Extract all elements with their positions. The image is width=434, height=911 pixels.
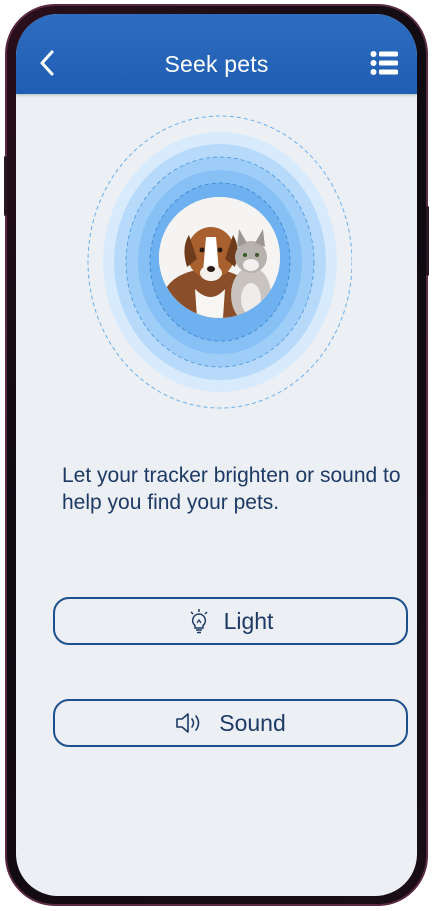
sound-button[interactable]: Sound <box>53 699 408 747</box>
phone-frame: Seek pets Let your tracker brighten or s… <box>4 4 429 906</box>
volume-button <box>4 156 7 216</box>
lightbulb-icon <box>188 608 210 634</box>
light-button[interactable]: Light <box>53 597 408 645</box>
light-button-label: Light <box>223 607 274 634</box>
list-menu-icon <box>370 51 398 75</box>
menu-button[interactable] <box>369 48 399 78</box>
dog-and-cat-photo <box>159 197 280 318</box>
pet-photo <box>159 197 280 318</box>
help-message: Let your tracker brighten or sound to he… <box>62 464 401 514</box>
app-bar: Seek pets <box>16 14 417 94</box>
app-screen: Seek pets Let your tracker brighten or s… <box>16 14 417 896</box>
page-title: Seek pets <box>164 51 269 77</box>
sound-button-label: Sound <box>219 709 286 736</box>
power-button <box>426 206 429 276</box>
speaker-icon <box>175 712 205 734</box>
